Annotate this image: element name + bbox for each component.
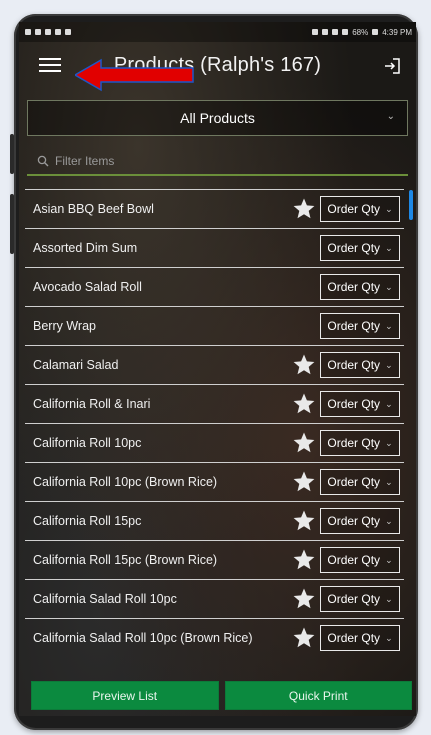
chevron-down-icon: ⌄ — [385, 359, 393, 370]
product-row[interactable]: California Roll 10pc Order Qty ⌄ — [25, 423, 404, 462]
order-qty-label: Order Qty — [327, 397, 381, 411]
product-row[interactable]: Asian BBQ Beef Bowl Order Qty ⌄ — [25, 189, 404, 228]
favorite-star-icon[interactable] — [292, 626, 316, 650]
chevron-down-icon: ⌄ — [385, 281, 393, 292]
order-qty-label: Order Qty — [327, 202, 381, 216]
preview-list-button[interactable]: Preview List — [31, 681, 219, 710]
favorite-star-icon[interactable] — [292, 353, 316, 377]
quick-print-button[interactable]: Quick Print — [224, 681, 412, 710]
order-qty-select[interactable]: Order Qty ⌄ — [320, 469, 400, 495]
product-list: Asian BBQ Beef Bowl Order Qty ⌄ Assorted Di… — [25, 189, 404, 669]
favorite-star-icon[interactable] — [292, 587, 316, 611]
product-row[interactable]: Avocado Salad Roll Order Qty ⌄ — [25, 267, 404, 306]
favorite-star-icon[interactable] — [292, 470, 316, 494]
favorite-star-icon[interactable] — [292, 392, 316, 416]
wifi-icon — [332, 29, 339, 35]
battery-icon — [372, 29, 379, 35]
filter-placeholder: Filter Items — [55, 154, 115, 168]
product-row[interactable]: California Roll 15pc (Brown Rice) Order Q… — [25, 540, 404, 579]
logout-icon[interactable] — [382, 56, 402, 76]
bottom-action-bar: Preview List Quick Print — [31, 681, 412, 710]
product-row[interactable]: California Salad Roll 10pc (Brown Rice) O… — [25, 618, 404, 657]
warning-icon — [35, 29, 41, 35]
order-qty-label: Order Qty — [327, 358, 381, 372]
chevron-down-icon: ⌄ — [385, 554, 393, 565]
order-qty-label: Order Qty — [327, 436, 381, 450]
bluetooth-icon — [312, 29, 319, 35]
chevron-down-icon: ⌄ — [385, 515, 393, 526]
app-header: Products (Ralph's 167) — [19, 42, 416, 92]
chevron-down-icon: ⌄ — [386, 111, 395, 122]
product-row[interactable]: California Roll & Inari Order Qty ⌄ — [25, 384, 404, 423]
chevron-down-icon: ⌄ — [385, 593, 393, 604]
dropdown-selected-value: All Products — [180, 110, 255, 126]
order-qty-label: Order Qty — [327, 592, 381, 606]
favorite-star-icon[interactable] — [292, 509, 316, 533]
order-qty-select[interactable]: Order Qty ⌄ — [320, 508, 400, 534]
status-icons-left — [25, 29, 71, 35]
mute-icon — [322, 29, 329, 35]
signal-icon — [342, 29, 349, 35]
order-qty-select[interactable]: Order Qty ⌄ — [320, 547, 400, 573]
chevron-down-icon: ⌄ — [385, 320, 393, 331]
product-row[interactable]: Berry Wrap Order Qty ⌄ — [25, 306, 404, 345]
chevron-down-icon: ⌄ — [385, 437, 393, 448]
chevron-down-icon: ⌄ — [385, 398, 393, 409]
order-qty-label: Order Qty — [327, 553, 381, 567]
order-qty-select[interactable]: Order Qty ⌄ — [320, 430, 400, 456]
order-qty-select[interactable]: Order Qty ⌄ — [320, 625, 400, 651]
order-qty-select[interactable]: Order Qty ⌄ — [320, 274, 400, 300]
chevron-down-icon: ⌄ — [385, 242, 393, 253]
sync-icon — [45, 29, 51, 35]
photo-icon — [55, 29, 61, 35]
order-qty-label: Order Qty — [327, 280, 381, 294]
order-qty-label: Order Qty — [327, 514, 381, 528]
favorite-star-icon[interactable] — [292, 431, 316, 455]
category-dropdown[interactable]: All Products ⌄ — [27, 100, 408, 136]
status-bar: 68% 4:39 PM — [19, 22, 416, 42]
search-icon — [37, 155, 49, 167]
product-row[interactable]: California Salad Roll 10pc Order Qty ⌄ — [25, 579, 404, 618]
chevron-down-icon: ⌄ — [385, 203, 393, 214]
order-qty-select[interactable]: Order Qty ⌄ — [320, 235, 400, 261]
product-row[interactable]: California Roll 15pc Order Qty ⌄ — [25, 501, 404, 540]
order-qty-select[interactable]: Order Qty ⌄ — [320, 391, 400, 417]
product-row[interactable]: California Roll 10pc (Brown Rice) Order Q… — [25, 462, 404, 501]
order-qty-label: Order Qty — [327, 475, 381, 489]
volume-button — [10, 134, 14, 174]
side-button — [10, 194, 14, 254]
usb-icon — [65, 29, 71, 35]
order-qty-label: Order Qty — [327, 319, 381, 333]
favorite-star-icon[interactable] — [292, 548, 316, 572]
filter-input[interactable]: Filter Items — [27, 148, 408, 176]
order-qty-select[interactable]: Order Qty ⌄ — [320, 352, 400, 378]
chevron-down-icon: ⌄ — [385, 632, 393, 643]
list-scrollbar[interactable] — [409, 190, 413, 220]
status-icons-right: 68% 4:39 PM — [312, 28, 412, 37]
chevron-down-icon: ⌄ — [385, 476, 393, 487]
product-row[interactable]: Assorted Dim Sum Order Qty ⌄ — [25, 228, 404, 267]
product-row[interactable]: Calamari Salad Order Qty ⌄ — [25, 345, 404, 384]
order-qty-select[interactable]: Order Qty ⌄ — [320, 196, 400, 222]
app-screen: 68% 4:39 PM Products (Ralph's 167) All P… — [19, 22, 416, 716]
order-qty-label: Order Qty — [327, 241, 381, 255]
notification-icon — [25, 29, 31, 35]
red-arrow-annotation-icon — [75, 58, 194, 92]
order-qty-select[interactable]: Order Qty ⌄ — [320, 586, 400, 612]
battery-percent: 68% — [352, 27, 369, 37]
order-qty-select[interactable]: Order Qty ⌄ — [320, 313, 400, 339]
favorite-star-icon[interactable] — [292, 197, 316, 221]
order-qty-label: Order Qty — [327, 631, 381, 645]
status-time: 4:39 PM — [382, 27, 412, 37]
